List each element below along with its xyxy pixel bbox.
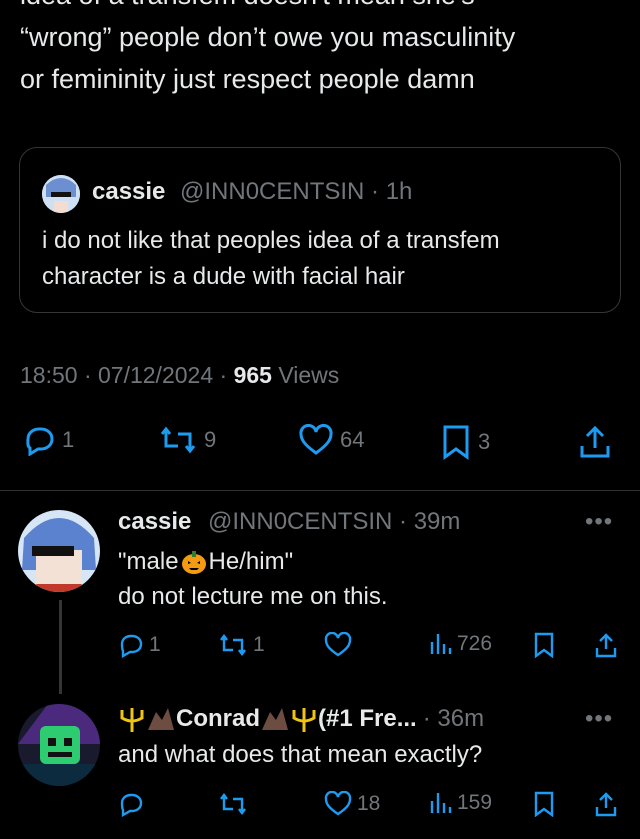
reply-1-handle[interactable]: @INN0CENTSIN · 39m [208, 508, 460, 536]
pumpkin-icon [181, 549, 207, 575]
quoted-user-name[interactable]: cassie [92, 178, 165, 206]
views-icon [428, 791, 452, 815]
share-icon [578, 424, 612, 460]
reply-1-text-part1: "male [118, 548, 179, 575]
post-timestamp[interactable]: 18:50 · 07/12/2024 · [20, 362, 234, 388]
reply-1-views-count: 726 [457, 632, 493, 655]
reply-1-avatar[interactable] [18, 510, 100, 592]
reply-1-repost-action[interactable]: 1 [218, 632, 265, 658]
thread-line [59, 600, 62, 694]
reply-2-share-action[interactable] [594, 791, 618, 817]
bookmark-action[interactable]: 3 [440, 424, 490, 460]
trident-icon [118, 706, 146, 732]
reply-1-bookmark-action[interactable] [532, 632, 556, 658]
bookmark-count: 3 [478, 429, 491, 454]
heart-icon [298, 424, 334, 456]
reply-2-name[interactable]: Conrad [176, 705, 260, 733]
heart-icon [324, 632, 352, 658]
reply-2-bookmark-action[interactable] [532, 791, 556, 817]
main-post-line-2: or femininity just respect people damn [20, 64, 475, 94]
reply-2-views-action[interactable]: 159 [428, 791, 492, 815]
reply-2-more-icon[interactable]: ••• [585, 705, 613, 733]
share-action[interactable] [578, 424, 612, 460]
quoted-user-avatar[interactable] [42, 175, 80, 213]
repost-icon [158, 424, 198, 456]
reply-2-like-count: 18 [357, 792, 381, 815]
quoted-user-handle[interactable]: @INN0CENTSIN · 1h [180, 178, 412, 206]
reply-count: 1 [62, 427, 75, 452]
reply-2-name-suffix[interactable]: (#1 Fre... [318, 705, 417, 733]
reply-2-repost-action[interactable] [218, 791, 253, 817]
repost-icon [218, 791, 248, 817]
main-post-cut-line: idea of a transfem doesn't mean she's [20, 0, 475, 16]
bookmark-icon [532, 632, 556, 658]
reply-2-avatar[interactable] [18, 704, 100, 786]
repost-icon [218, 632, 248, 658]
reply-1-name[interactable]: cassie [118, 508, 191, 536]
like-count: 64 [340, 427, 365, 452]
reply-1-views-action[interactable]: 726 [428, 632, 492, 656]
reply-icon [22, 424, 56, 456]
dragon-icon [146, 706, 176, 732]
reply-1-repost-count: 1 [253, 633, 265, 656]
divider [0, 490, 640, 491]
reply-2-views-count: 159 [457, 791, 493, 814]
views-label: Views [271, 362, 340, 388]
quoted-post-text: i do not like that peoples idea of a tra… [42, 223, 500, 295]
reply-2-like-action[interactable]: 18 [324, 791, 380, 817]
reply-2-handle[interactable]: · 36m [423, 705, 484, 733]
reply-2-name-block[interactable]: Conrad (#1 Fre... · 36m [118, 705, 484, 733]
reply-1-text-line-2: do not lecture me on this. [118, 583, 388, 610]
reply-1-reply-count: 1 [149, 633, 161, 656]
views-count: 965 [233, 362, 272, 388]
quoted-text-line-2: character is a dude with facial hair [42, 263, 405, 290]
like-action[interactable]: 64 [298, 424, 364, 456]
reply-action[interactable]: 1 [22, 424, 74, 456]
bookmark-icon [532, 791, 556, 817]
reply-1-share-action[interactable] [594, 632, 618, 658]
reply-1-like-action[interactable] [324, 632, 357, 658]
views-icon [428, 632, 452, 656]
quoted-text-line-1: i do not like that peoples idea of a tra… [42, 227, 500, 254]
reply-1-text-line-1: "male He/him" [118, 545, 293, 579]
share-icon [594, 791, 618, 817]
post-meta: 18:50 · 07/12/2024 · 965 Views [20, 362, 339, 389]
repost-action[interactable]: 9 [158, 424, 216, 456]
heart-icon [324, 791, 352, 817]
dragon-icon [260, 706, 290, 732]
trident-icon [290, 706, 318, 732]
share-icon [594, 632, 618, 658]
reply-1-text-part2: He/him" [208, 548, 294, 575]
bookmark-icon [440, 424, 472, 460]
quoted-post-card[interactable]: cassie @INN0CENTSIN · 1h i do not like t… [19, 147, 621, 313]
reply-2-reply-action[interactable] [118, 791, 149, 817]
reply-icon [118, 791, 144, 817]
reply-1-more-icon[interactable]: ••• [585, 508, 613, 536]
repost-count: 9 [204, 427, 217, 452]
main-post-line-1: “wrong” people don’t owe you masculinity [20, 22, 516, 52]
reply-1-reply-action[interactable]: 1 [118, 632, 161, 658]
reply-2-text: and what does that mean exactly? [118, 741, 483, 768]
reply-icon [118, 632, 144, 658]
